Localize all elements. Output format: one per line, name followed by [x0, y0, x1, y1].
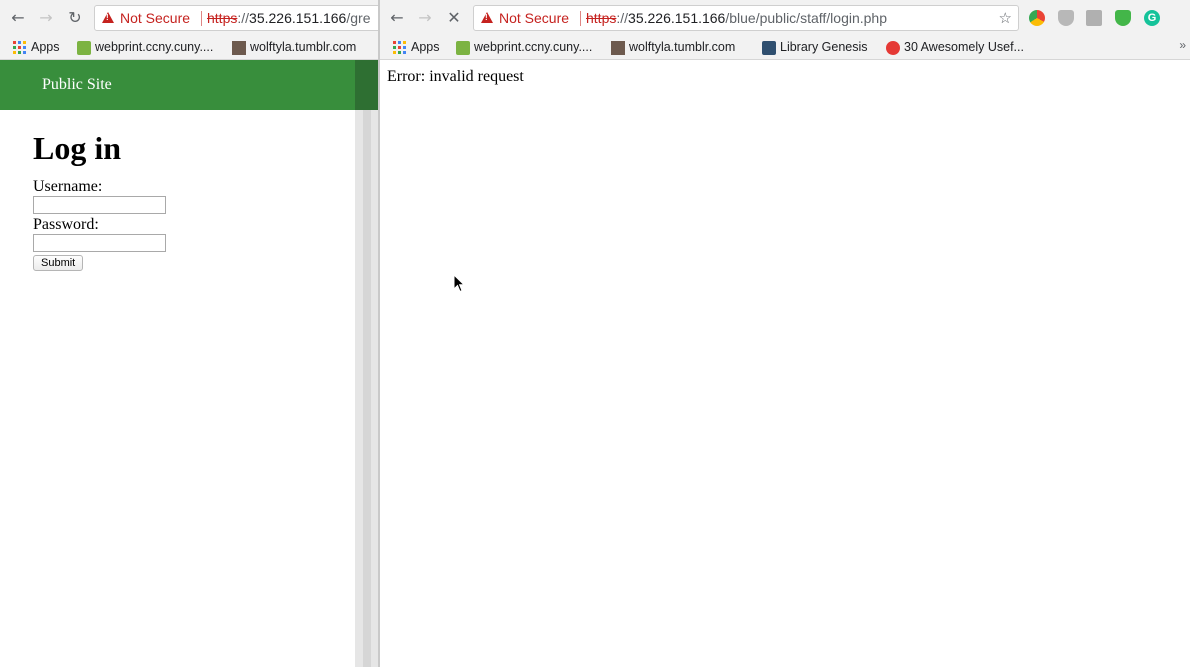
url-text[interactable]: https://35.226.151.166/gre	[207, 6, 370, 30]
bookmark-webprint[interactable]: webprint.ccny.cuny....	[77, 38, 213, 56]
library-icon	[762, 40, 776, 55]
bookmark-awesomely[interactable]: 30 Awesomely Usef...	[886, 38, 1024, 56]
back-icon[interactable]: ←	[387, 8, 407, 28]
warning-icon	[102, 12, 114, 23]
submit-button[interactable]: Submit	[33, 255, 84, 271]
bookmark-wolftyla[interactable]: wolftyla.tumblr.com	[232, 38, 356, 56]
chrome-extension-icon[interactable]	[1029, 10, 1045, 26]
scrollbar-thumb[interactable]	[363, 110, 371, 667]
scrollbar-track[interactable]	[355, 110, 378, 667]
grammarly-icon[interactable]: G	[1144, 10, 1160, 26]
vpn-shield-icon[interactable]	[1115, 10, 1131, 26]
password-field[interactable]	[33, 234, 166, 252]
left-bookmarks-bar: Apps webprint.ccny.cuny.... wolftyla.tum…	[0, 35, 378, 60]
security-label[interactable]: Not Secure	[120, 6, 190, 30]
back-icon[interactable]: ←	[8, 8, 28, 28]
bookmark-wolftyla[interactable]: wolftyla.tumblr.com	[611, 38, 735, 56]
apps-grid-icon	[393, 41, 406, 55]
omnibox-separator	[201, 11, 202, 26]
password-label: Password:	[33, 216, 99, 233]
trending-icon	[886, 40, 900, 55]
reload-icon[interactable]: ↻	[65, 8, 85, 28]
right-bookmarks-bar: Apps webprint.ccny.cuny.... wolftyla.tum…	[380, 35, 1190, 60]
star-icon[interactable]: ☆	[999, 6, 1012, 30]
page-title: Log in	[33, 130, 122, 166]
shield-icon[interactable]	[1058, 10, 1074, 26]
header-scroll-shade	[355, 60, 378, 110]
bookmark-library-genesis[interactable]: Library Genesis	[762, 38, 868, 56]
forward-icon[interactable]: →	[415, 8, 435, 28]
left-browser-window: ← → ↻ Not Secure https://35.226.151.166/…	[0, 0, 378, 667]
right-browser-window: ← → ✕ Not Secure https://35.226.151.166/…	[380, 0, 1190, 667]
bookmark-apps[interactable]: Apps	[393, 38, 440, 56]
mouse-cursor-icon	[453, 274, 465, 293]
username-field[interactable]	[33, 196, 166, 214]
forward-icon[interactable]: →	[36, 8, 56, 28]
puzzle-icon[interactable]	[1086, 10, 1102, 26]
bookmark-apps[interactable]: Apps	[13, 38, 60, 56]
public-site-link[interactable]: Public Site	[42, 76, 112, 94]
webprint-icon	[77, 40, 91, 55]
username-label: Username:	[33, 178, 103, 195]
omnibox-separator	[580, 11, 581, 26]
apps-grid-icon	[13, 41, 26, 55]
error-message: Error: invalid request	[387, 68, 524, 85]
login-form: Log in Username: Password: Submit	[33, 128, 166, 271]
url-text[interactable]: https://35.226.151.166/blue/public/staff…	[586, 6, 887, 30]
tumblr-avatar-icon	[232, 40, 246, 55]
tumblr-avatar-icon	[611, 40, 625, 55]
address-bar[interactable]: Not Secure https://35.226.151.166/gre	[94, 5, 378, 31]
address-bar[interactable]: Not Secure https://35.226.151.166/blue/p…	[473, 5, 1019, 31]
stop-icon[interactable]: ✕	[444, 8, 464, 28]
bookmark-webprint[interactable]: webprint.ccny.cuny....	[456, 38, 592, 56]
bookmarks-overflow-icon[interactable]: »	[1179, 38, 1186, 52]
warning-icon	[481, 12, 493, 23]
right-toolbar: ← → ✕ Not Secure https://35.226.151.166/…	[380, 0, 1190, 35]
left-toolbar: ← → ↻ Not Secure https://35.226.151.166/…	[0, 0, 378, 35]
site-header: Public Site	[0, 60, 378, 110]
webprint-icon	[456, 40, 470, 55]
security-label[interactable]: Not Secure	[499, 6, 569, 30]
